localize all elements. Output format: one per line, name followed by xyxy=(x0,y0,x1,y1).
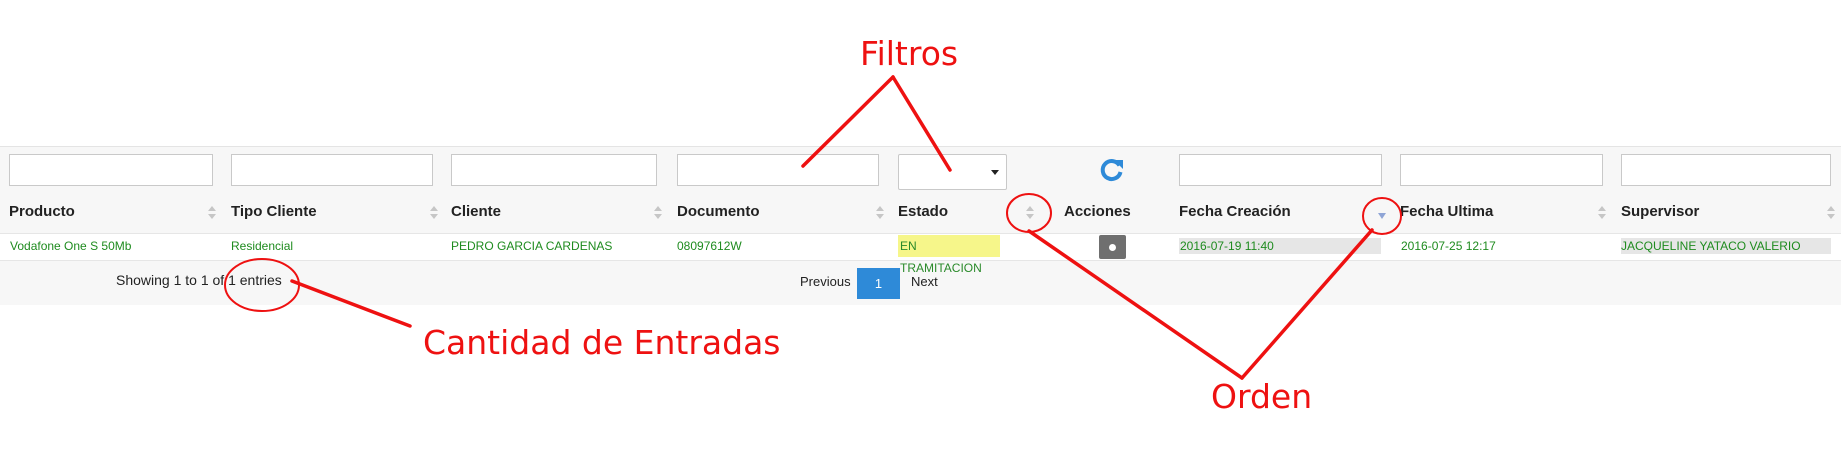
cell-fecha-creacion: 2016-07-19 11:40 xyxy=(1180,239,1274,253)
sort-icon[interactable] xyxy=(1026,205,1034,221)
filter-cliente-input[interactable] xyxy=(451,154,657,186)
filter-supervisor-input[interactable] xyxy=(1621,154,1831,186)
filter-fecha-creacion-input[interactable] xyxy=(1179,154,1382,186)
col-header-estado[interactable]: Estado xyxy=(898,203,948,225)
sort-icon[interactable] xyxy=(1827,205,1835,221)
col-header-cliente[interactable]: Cliente xyxy=(451,203,501,225)
pagination-previous[interactable]: Previous xyxy=(800,274,851,289)
sort-icon[interactable] xyxy=(654,205,662,221)
col-header-tipo-cliente[interactable]: Tipo Cliente xyxy=(231,203,317,225)
cell-documento: 08097612W xyxy=(677,239,742,253)
col-header-producto[interactable]: Producto xyxy=(9,203,75,225)
col-header-fecha-ultima[interactable]: Fecha Ultima xyxy=(1400,203,1493,225)
estado-badge: EN TRAMITACION xyxy=(898,235,1000,275)
sort-desc-icon[interactable] xyxy=(1378,205,1386,221)
entries-info: Showing 1 to 1 of 1 entries xyxy=(116,272,282,288)
action-button[interactable] xyxy=(1099,235,1126,259)
sort-icon[interactable] xyxy=(208,205,216,221)
action-dot-icon xyxy=(1109,244,1116,251)
annotation-filtros: Filtros xyxy=(860,34,959,73)
cell-tipo-cliente: Residencial xyxy=(231,239,294,253)
cell-cliente: PEDRO GARCIA CARDENAS xyxy=(451,239,613,253)
refresh-icon[interactable] xyxy=(1098,156,1126,184)
col-header-acciones: Acciones xyxy=(1064,203,1131,220)
filter-estado-select[interactable] xyxy=(898,154,1007,190)
sort-icon[interactable] xyxy=(1598,205,1606,221)
annotation-orden: Orden xyxy=(1211,377,1313,416)
caret-down-icon xyxy=(991,170,999,175)
cell-producto: Vodafone One S 50Mb xyxy=(10,239,132,253)
filter-fecha-ultima-input[interactable] xyxy=(1400,154,1603,186)
col-header-fecha-creacion[interactable]: Fecha Creación xyxy=(1179,203,1291,225)
filter-tipo-cliente-input[interactable] xyxy=(231,154,433,186)
pagination-current-page[interactable]: 1 xyxy=(857,268,900,299)
annotation-cantidad: Cantidad de Entradas xyxy=(423,323,781,362)
pagination-next[interactable]: Next xyxy=(911,274,938,289)
cell-fecha-ultima: 2016-07-25 12:17 xyxy=(1401,239,1496,253)
filter-documento-input[interactable] xyxy=(677,154,879,186)
cell-supervisor: JACQUELINE YATACO VALERIO xyxy=(1621,239,1801,253)
sort-icon[interactable] xyxy=(876,205,884,221)
col-header-documento[interactable]: Documento xyxy=(677,203,760,225)
filter-producto-input[interactable] xyxy=(9,154,213,186)
sort-icon[interactable] xyxy=(430,205,438,221)
col-header-supervisor[interactable]: Supervisor xyxy=(1621,203,1699,225)
